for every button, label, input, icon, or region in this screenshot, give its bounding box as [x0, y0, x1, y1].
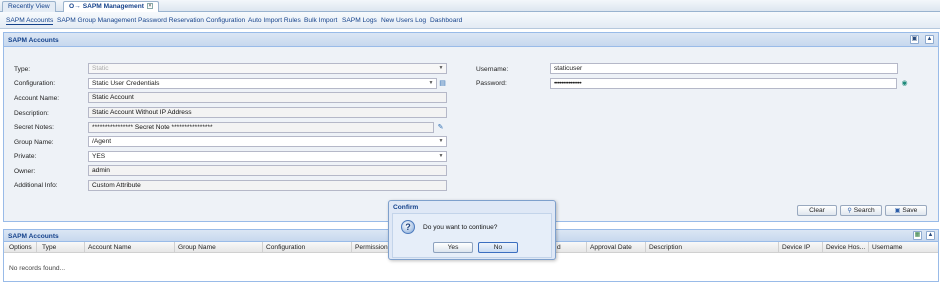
group-name-label: Group Name: — [14, 139, 54, 146]
close-tab-icon[interactable]: × — [146, 3, 153, 10]
collapse-icon[interactable]: ▲ — [926, 231, 935, 240]
confirm-dialog: Confirm ? Do you want to continue? Yes N… — [388, 200, 556, 260]
private-select[interactable]: YES ▼ — [88, 151, 447, 162]
dialog-title: Confirm — [393, 204, 419, 211]
account-name-field[interactable]: Static Account — [88, 92, 447, 103]
nav-sapm-logs[interactable]: SAPM Logs — [342, 17, 377, 24]
password-input[interactable]: ••••••••••••••• — [550, 78, 897, 89]
owner-label: Owner: — [14, 168, 36, 175]
grid-empty-message: No records found... — [9, 265, 66, 272]
save-icon: ▣ — [894, 208, 901, 214]
column-username[interactable]: Username — [872, 244, 902, 251]
column-approval-date[interactable]: Approval Date — [590, 244, 632, 251]
password-label: Password: — [476, 80, 507, 87]
account-name-label: Account Name: — [14, 95, 60, 102]
configuration-label: Configuration: — [14, 80, 56, 87]
panel-tool-icon[interactable]: ▣ — [910, 35, 919, 44]
chevron-down-icon: ▼ — [438, 65, 444, 71]
tab-recently-view[interactable]: Recently View — [2, 1, 56, 12]
collapse-icon[interactable]: ▲ — [925, 35, 934, 44]
nav-password-reservation[interactable]: Password Reservation — [138, 17, 204, 24]
yes-button[interactable]: Yes — [433, 242, 473, 253]
column-type[interactable]: Type — [42, 244, 56, 251]
username-label: Username: — [476, 66, 509, 73]
clear-button[interactable]: Clear — [797, 205, 837, 216]
column-device-host[interactable]: Device Hos... — [826, 244, 865, 251]
column-account-name[interactable]: Account Name — [88, 244, 131, 251]
owner-field[interactable]: admin — [88, 165, 447, 176]
column-group-name[interactable]: Group Name — [178, 244, 216, 251]
configuration-select[interactable]: Static User Credentials ▼ — [88, 78, 437, 89]
column-configuration[interactable]: Configuration — [266, 244, 305, 251]
secret-notes-field[interactable]: **************** Secret Note ***********… — [88, 122, 434, 133]
save-button[interactable]: ▣ Save — [885, 205, 927, 216]
nav-auto-import-rules[interactable]: Auto Import Rules — [248, 17, 301, 24]
column-permission[interactable]: Permission — [355, 244, 388, 251]
show-password-eye-icon[interactable]: ◉ — [900, 79, 909, 88]
grid-panel-title: SAPM Accounts — [8, 233, 59, 240]
column-description[interactable]: Description — [649, 244, 682, 251]
question-icon: ? — [401, 220, 415, 234]
additional-info-field[interactable]: Custom Attribute — [88, 180, 447, 191]
sapm-accounts-form-panel: SAPM Accounts ▣ ▲ Type: Static ▼ Configur… — [3, 32, 939, 222]
type-select[interactable]: Static ▼ — [88, 63, 447, 74]
chevron-down-icon: ▼ — [438, 138, 444, 144]
description-field[interactable]: Static Account Without IP Address — [88, 107, 447, 118]
sub-navigation: SAPM Accounts SAPM Group Management Pass… — [0, 12, 940, 29]
no-button[interactable]: No — [478, 242, 518, 253]
secret-notes-label: Secret Notes: — [14, 124, 54, 131]
nav-new-users-log[interactable]: New Users Log — [381, 17, 426, 24]
form-panel-title: SAPM Accounts — [8, 37, 59, 44]
nav-bulk-import[interactable]: Bulk Import — [304, 17, 337, 24]
private-label: Private: — [14, 153, 37, 160]
chevron-down-icon: ▼ — [438, 153, 444, 159]
column-options[interactable]: Options — [9, 244, 32, 251]
column-device-ip[interactable]: Device IP — [782, 244, 810, 251]
nav-sapm-accounts[interactable]: SAPM Accounts — [6, 17, 54, 25]
search-icon: ⚲ — [847, 208, 852, 214]
edit-note-icon[interactable]: ✎ — [436, 123, 445, 132]
nav-dashboard[interactable]: Dashboard — [430, 17, 462, 24]
export-icon[interactable]: ▦ — [913, 231, 922, 240]
dialog-message: Do you want to continue? — [423, 224, 498, 231]
search-button[interactable]: ⚲ Search — [840, 205, 882, 216]
type-label: Type: — [14, 66, 31, 73]
nav-sapm-group-management[interactable]: SAPM Group Management — [57, 17, 136, 24]
additional-info-label: Additional Info: — [14, 182, 58, 189]
description-label: Description: — [14, 110, 49, 117]
column-d[interactable]: d — [557, 244, 561, 251]
username-input[interactable]: staticuser — [550, 63, 898, 74]
dialog-body: ? Do you want to continue? Yes No — [392, 213, 552, 258]
configuration-manage-icon[interactable]: ▤ — [438, 79, 447, 88]
nav-configuration[interactable]: Configuration — [206, 17, 245, 24]
chevron-down-icon: ▼ — [428, 80, 434, 86]
top-tab-strip: Recently View O→ SAPM Management × — [0, 0, 940, 13]
form-panel-header: SAPM Accounts ▣ ▲ — [4, 33, 938, 47]
group-name-select[interactable]: /Agent ▼ — [88, 136, 447, 147]
key-icon: O→ — [69, 3, 81, 10]
